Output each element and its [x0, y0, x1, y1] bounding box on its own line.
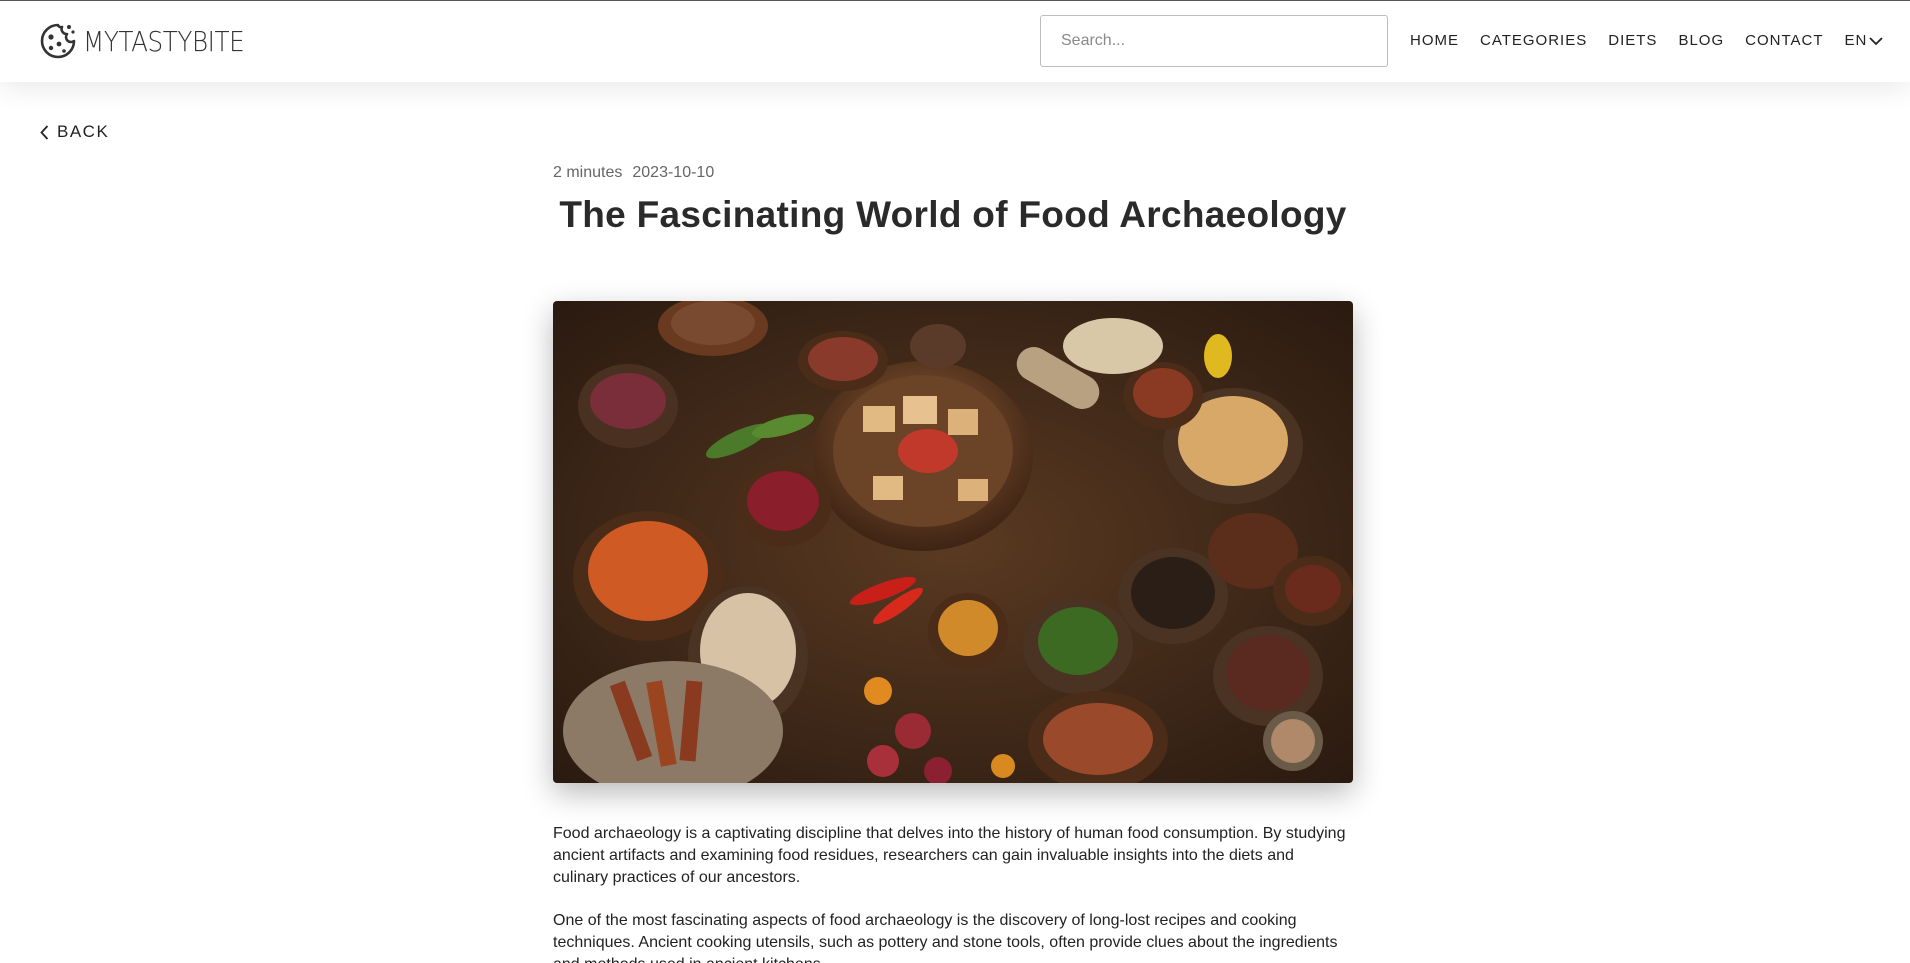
chevron-down-icon: [1869, 36, 1883, 45]
article-paragraph: Food archaeology is a captivating discip…: [553, 825, 1346, 886]
language-selector[interactable]: EN: [1845, 32, 1884, 49]
page: MYTASTYBITE HOME CATEGORIES DIETS BLOG C…: [0, 0, 1910, 963]
chevron-left-icon: [40, 124, 49, 140]
article: 2 minutes 2023-10-10 The Fascinating Worl…: [553, 164, 1353, 963]
nav-diets-link[interactable]: DIETS: [1608, 32, 1657, 49]
article-meta: 2 minutes 2023-10-10: [553, 164, 1353, 182]
nav-categories-link[interactable]: CATEGORIES: [1480, 32, 1587, 49]
article-paragraph: One of the most fascinating aspects of f…: [553, 912, 1338, 963]
main-nav: HOME CATEGORIES DIETS BLOG CONTACT EN: [1410, 32, 1883, 49]
hero-image: [553, 301, 1353, 783]
logo-text: MYTASTYBITE: [83, 24, 245, 58]
cookie-logo-icon: [40, 23, 76, 59]
article-title: The Fascinating World of Food Archaeolog…: [559, 194, 1347, 235]
back-label: BACK: [57, 122, 110, 141]
nav-contact-link[interactable]: CONTACT: [1745, 32, 1823, 49]
nav-home-link[interactable]: HOME: [1410, 32, 1459, 49]
back-button[interactable]: BACK: [40, 122, 109, 142]
site-header: MYTASTYBITE HOME CATEGORIES DIETS BLOG C…: [0, 0, 1910, 82]
logo[interactable]: MYTASTYBITE: [39, 22, 266, 60]
language-label: EN: [1844, 32, 1868, 49]
read-time: 2 minutes: [553, 164, 623, 181]
article-body: Food archaeology is a captivating discip…: [553, 823, 1353, 963]
nav-blog-link[interactable]: BLOG: [1678, 32, 1724, 49]
publish-date: 2023-10-10: [632, 164, 715, 181]
search-input[interactable]: [1040, 15, 1388, 67]
